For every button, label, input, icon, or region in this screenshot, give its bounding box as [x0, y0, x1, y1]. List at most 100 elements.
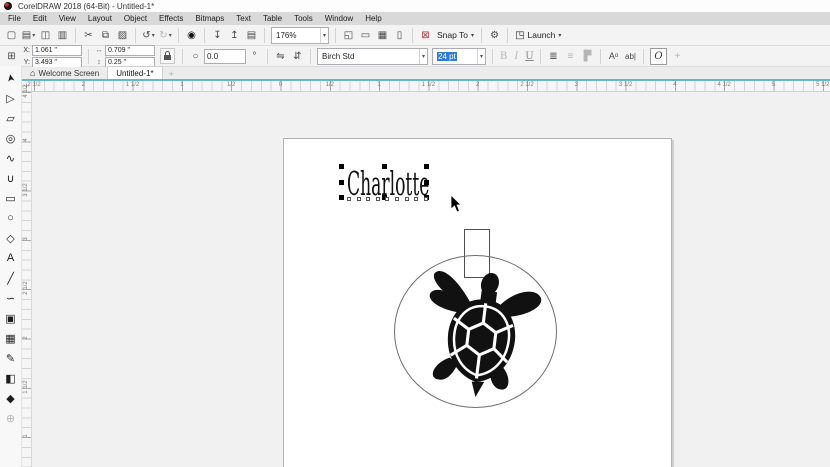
menu-bitmaps[interactable]: Bitmaps	[189, 12, 230, 25]
zoom-tool[interactable]: ◎	[2, 128, 20, 148]
publish-pdf-icon[interactable]: ▤	[244, 27, 259, 43]
crop-tool[interactable]: ▱	[2, 108, 20, 128]
customize-plus-icon[interactable]: +	[670, 48, 685, 64]
chevron-down-icon[interactable]: ▾	[418, 48, 425, 64]
edit-text-icon[interactable]: ab|	[623, 48, 638, 64]
property-bar: ⊞ X: 1.061 " Y: 3.493 " ↔ 0.709 " ↕ 0.25…	[0, 44, 830, 68]
menu-view[interactable]: View	[53, 12, 82, 25]
open-icon[interactable]: ▤ ▾	[21, 27, 36, 43]
options-icon[interactable]: ⚙	[487, 27, 502, 43]
mirror-horizontal-icon[interactable]: ⇋	[273, 48, 288, 64]
cut-icon[interactable]: ✂	[81, 27, 96, 43]
more-tools-button[interactable]: ⊕	[2, 408, 20, 428]
interactive-fill-tool[interactable]: ◧	[2, 368, 20, 388]
character-node[interactable]	[356, 197, 361, 201]
tab-untitled-1-[interactable]: Untitled-1*	[107, 66, 163, 79]
color-eyedropper-tool[interactable]: ✎	[2, 348, 20, 368]
menu-help[interactable]: Help	[359, 12, 387, 25]
y-position-field[interactable]: 3.493 "	[32, 56, 82, 68]
underline-button[interactable]: U	[523, 51, 536, 62]
disable-snaps-icon[interactable]: ⊠	[418, 27, 433, 43]
character-formatting-icon[interactable]: Ao	[606, 48, 621, 64]
transparency-tool[interactable]: ▦	[2, 328, 20, 348]
drop-shadow-tool[interactable]: ▣	[2, 308, 20, 328]
fullscreen-preview-icon[interactable]: ◱	[341, 27, 356, 43]
x-position-field[interactable]: 1.061 "	[32, 44, 82, 56]
print-icon[interactable]: ▥	[55, 27, 70, 43]
italic-button[interactable]: I	[510, 51, 523, 62]
text-alignment-icon[interactable]: ≣	[546, 48, 561, 64]
selection-handle[interactable]	[382, 164, 387, 169]
new-tab-button[interactable]: +	[163, 69, 180, 79]
smart-fill-tool[interactable]: ◆	[2, 388, 20, 408]
character-node[interactable]	[423, 197, 428, 201]
redo-icon[interactable]: ↻ ▾	[158, 27, 173, 43]
drop-cap-icon[interactable]: ▛	[580, 48, 595, 64]
text-object-charlotte[interactable]: Charlotte	[347, 167, 429, 200]
bold-button[interactable]: B	[497, 51, 510, 62]
font-size-combo[interactable]: 24 pt ▾	[432, 47, 486, 65]
selection-handle[interactable]	[339, 164, 344, 169]
chevron-down-icon[interactable]: ▾	[476, 48, 483, 64]
bulleted-list-icon[interactable]: ≡	[563, 48, 578, 64]
copy-icon[interactable]: ⧉	[98, 27, 113, 43]
menu-edit[interactable]: Edit	[27, 12, 53, 25]
launch-dropdown[interactable]: ◳ Launch ▾	[515, 30, 561, 41]
menu-object[interactable]: Object	[118, 12, 153, 25]
menu-effects[interactable]: Effects	[153, 12, 189, 25]
ellipse-tool[interactable]: ○	[2, 208, 20, 228]
vertical-ruler[interactable]: 4 1/2 4 3 1/2 3 2 1/2 2 1 1/2 1	[22, 84, 32, 467]
zoom-level-combo[interactable]: 176% ▾	[271, 26, 329, 44]
mirror-vertical-icon[interactable]: ⇵	[290, 48, 305, 64]
polygon-tool[interactable]: ◇	[2, 228, 20, 248]
character-node[interactable]	[366, 197, 371, 201]
menu-text[interactable]: Text	[230, 12, 257, 25]
rectangle-tool[interactable]: ▭	[2, 188, 20, 208]
save-icon[interactable]: ◫	[38, 27, 53, 43]
menu-tools[interactable]: Tools	[288, 12, 319, 25]
new-document-icon[interactable]: ▢	[4, 27, 19, 43]
chevron-down-icon[interactable]: ▾	[169, 32, 172, 39]
character-node[interactable]	[385, 197, 390, 201]
show-rulers-icon[interactable]: ▭	[358, 27, 373, 43]
character-node[interactable]	[404, 197, 409, 201]
character-node[interactable]	[395, 197, 399, 201]
lock-ratio-button[interactable]	[160, 48, 175, 64]
chevron-down-icon[interactable]: ▾	[152, 32, 155, 39]
interactive-opentype-button[interactable]: O	[650, 47, 667, 65]
object-width-field[interactable]: 0.709 "	[105, 44, 155, 56]
character-node[interactable]	[414, 197, 419, 201]
show-grid-icon[interactable]: ▦	[375, 27, 390, 43]
export-icon[interactable]: ↥	[227, 27, 242, 43]
tab-welcome-screen[interactable]: ⌂ Welcome Screen	[22, 67, 107, 79]
artistic-media-tool[interactable]: ∪	[2, 168, 20, 188]
text-tool[interactable]: A	[2, 248, 20, 268]
selection-handle[interactable]	[339, 195, 344, 200]
menu-layout[interactable]: Layout	[82, 12, 118, 25]
undo-icon[interactable]: ↺ ▾	[141, 27, 156, 43]
angle-field[interactable]: 0.0	[204, 48, 246, 64]
menu-window[interactable]: Window	[319, 12, 359, 25]
search-content-icon[interactable]: ◉	[184, 27, 199, 43]
character-node[interactable]	[375, 197, 380, 201]
pick-tool[interactable]: ➤	[0, 67, 22, 88]
parallel-dimension-tool[interactable]: ╱	[2, 268, 20, 288]
menu-table[interactable]: Table	[257, 12, 288, 25]
snap-to-dropdown[interactable]: Snap To ▾	[437, 30, 474, 40]
character-node[interactable]	[347, 197, 351, 201]
paste-icon[interactable]: ▨	[115, 27, 130, 43]
selection-handle[interactable]	[424, 180, 429, 185]
horizontal-ruler[interactable]: 2 1/2 2 1 1/2 1 1/2 0 1/2 1 1 1/2 2 2 1/2 3 3 1/2 4 4 …	[27, 81, 830, 92]
selection-handle[interactable]	[424, 164, 429, 169]
show-guidelines-icon[interactable]: ▯	[392, 27, 407, 43]
connector-tool[interactable]: ∽	[2, 288, 20, 308]
import-icon[interactable]: ↧	[210, 27, 225, 43]
selection-handle[interactable]	[339, 180, 344, 185]
freehand-tool[interactable]: ∿	[2, 148, 20, 168]
shape-tool[interactable]: ▷	[2, 88, 20, 108]
font-list-combo[interactable]: Birch Std ▾	[317, 47, 428, 65]
chevron-down-icon[interactable]: ▾	[32, 32, 35, 39]
turtle-graphic[interactable]	[419, 266, 543, 402]
menu-file[interactable]: File	[2, 12, 27, 25]
chevron-down-icon[interactable]: ▾	[319, 27, 326, 43]
